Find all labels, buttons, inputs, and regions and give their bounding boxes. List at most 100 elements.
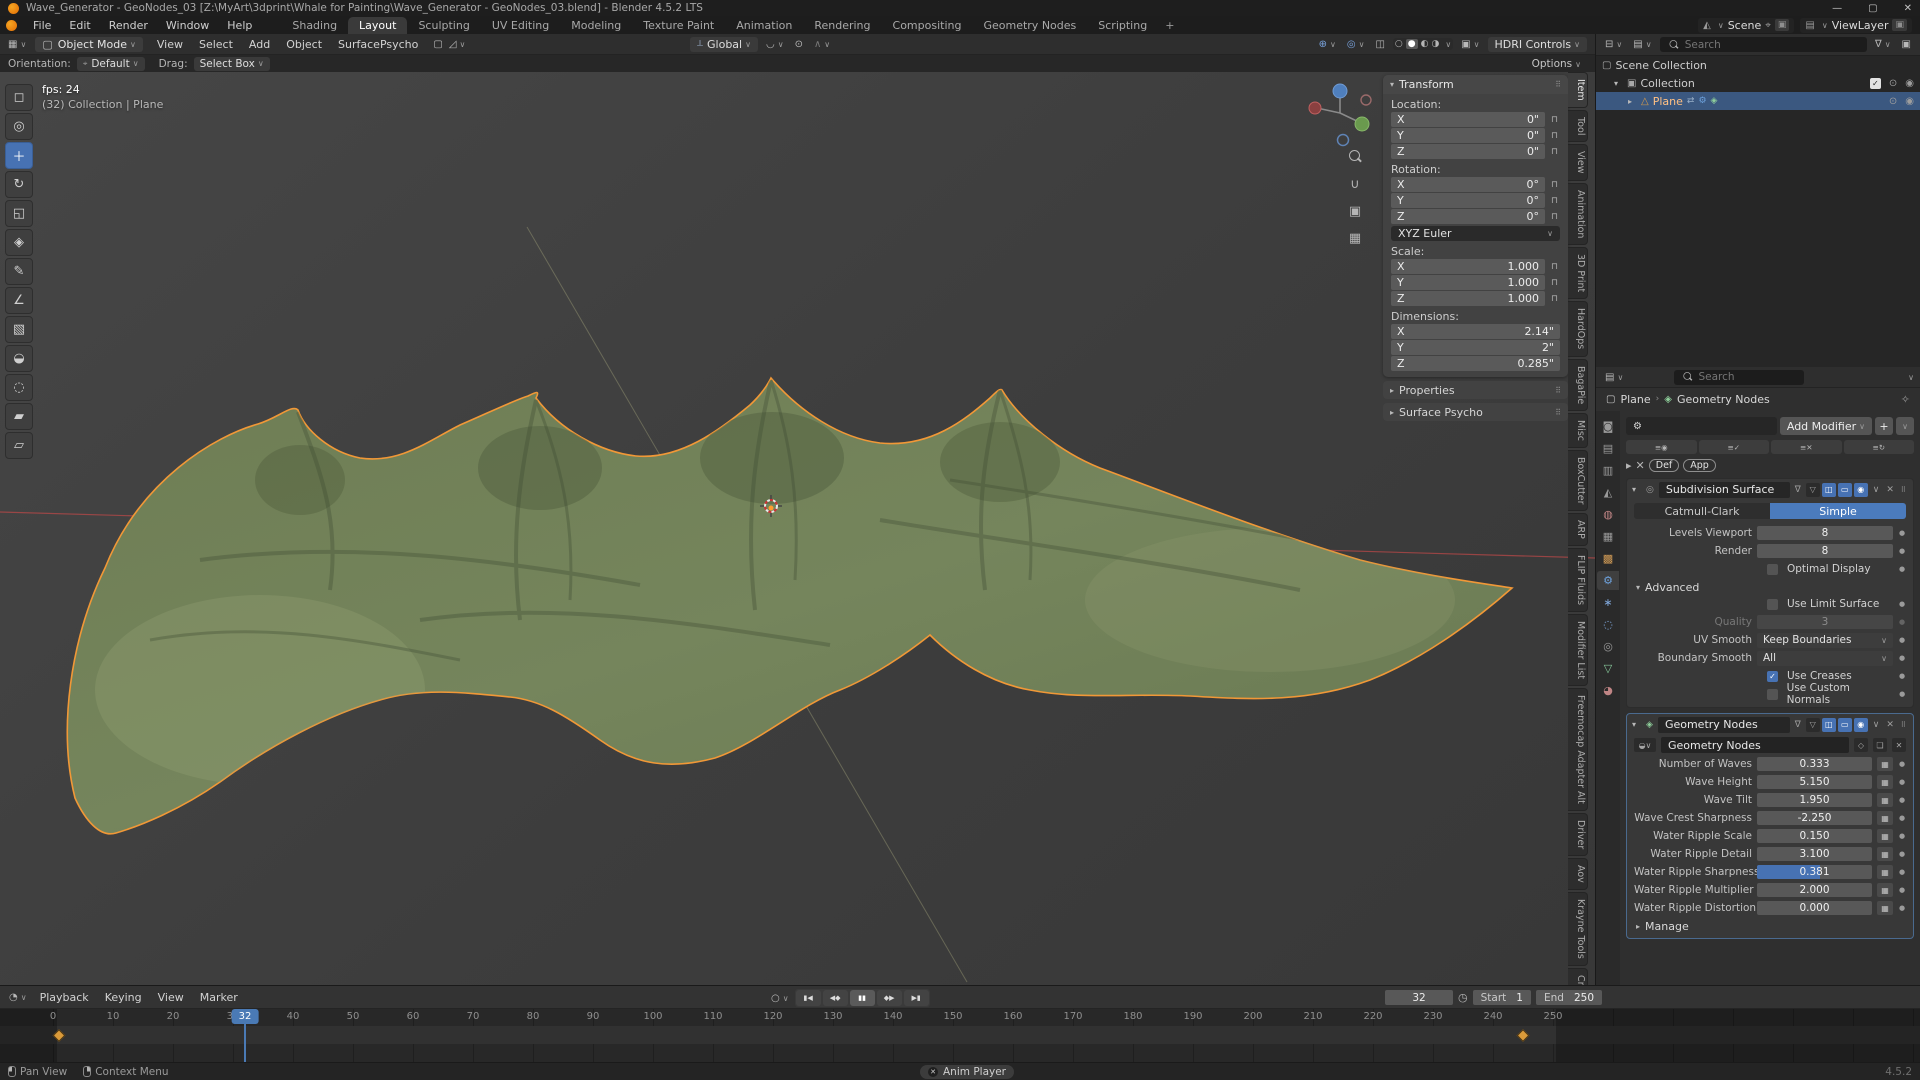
end-frame-field[interactable]: End250: [1536, 990, 1602, 1005]
timeline-track-area[interactable]: 0102030405060708090100110120130140150160…: [0, 1009, 1920, 1062]
input-attribute-toggle[interactable]: ▦: [1877, 793, 1893, 807]
toggle-cage[interactable]: ◫: [1822, 718, 1836, 732]
modifier-extras-icon[interactable]: ∨: [1871, 485, 1882, 495]
lock-icon[interactable]: ⊓: [1549, 180, 1560, 190]
def-pill-button[interactable]: Def: [1649, 459, 1680, 472]
sidebar-tab[interactable]: Modifier List: [1568, 614, 1588, 686]
tab-render[interactable]: ◙: [1597, 417, 1619, 436]
add-workspace-button[interactable]: +: [1158, 17, 1181, 34]
tab-material[interactable]: ◕: [1597, 681, 1619, 700]
delete-modifier-icon[interactable]: ✕: [1884, 720, 1896, 730]
auto-keying-icon[interactable]: ◷: [1458, 991, 1468, 1004]
outliner-filter-icon[interactable]: ∇∨: [1872, 38, 1894, 51]
sidebar-tab[interactable]: HardOps: [1568, 301, 1588, 356]
outliner-row-plane[interactable]: ▸ △ Plane ⇄ ⚙ ◈ ⊙ ◉: [1596, 92, 1920, 110]
input-attribute-toggle[interactable]: ▦: [1877, 757, 1893, 771]
menu-item[interactable]: File: [24, 18, 60, 33]
shading-mode-switch[interactable]: ○ ● ◐ ◑ ∨: [1393, 38, 1453, 50]
xray-toggle[interactable]: ◫: [1372, 38, 1387, 51]
transform-value-field[interactable]: Z0": [1391, 144, 1545, 159]
new-scene-button[interactable]: ▣: [1775, 19, 1790, 31]
tool-addon-4[interactable]: ▱: [5, 432, 33, 459]
timeline-menu-item[interactable]: Playback: [32, 990, 97, 1005]
material-shading-icon[interactable]: ◐: [1421, 39, 1429, 49]
transform-panel-header[interactable]: ▾Transform⠿: [1383, 75, 1568, 94]
disable-render-icon[interactable]: ◉: [1905, 78, 1914, 89]
manage-subpanel-header[interactable]: ▸Manage: [1627, 917, 1913, 934]
tool-addon-2[interactable]: ◌: [5, 374, 33, 401]
app-pill-button[interactable]: App: [1683, 459, 1716, 472]
drag-dropdown[interactable]: Select Box∨: [194, 57, 270, 71]
sidebar-tab[interactable]: Tool: [1568, 110, 1588, 142]
properties-options-icon[interactable]: ∨: [1908, 373, 1914, 382]
rendered-shading-icon[interactable]: ◑: [1431, 39, 1439, 49]
disable-render-icon[interactable]: ◉: [1905, 96, 1914, 107]
collection-checkbox[interactable]: ✓: [1870, 78, 1881, 89]
sidebar-tab[interactable]: Animation: [1568, 183, 1588, 245]
transform-value-field[interactable]: Z0°: [1391, 209, 1545, 224]
transform-value-field[interactable]: X0": [1391, 112, 1545, 127]
use-custom-normals-checkbox[interactable]: [1767, 689, 1778, 700]
menu-item[interactable]: Edit: [60, 18, 99, 33]
tool-measure[interactable]: ∠: [5, 287, 33, 314]
transform-value-field[interactable]: Y0": [1391, 128, 1545, 143]
viewport-menu-item[interactable]: View: [149, 37, 191, 52]
outliner-search[interactable]: [1660, 37, 1867, 52]
sidebar-tab[interactable]: Krayne Tools: [1568, 892, 1588, 966]
navigation-gizmo[interactable]: [1300, 78, 1380, 150]
clear-icon[interactable]: ✕: [1636, 459, 1645, 472]
lock-icon[interactable]: ⊓: [1549, 115, 1560, 125]
tool-select-box[interactable]: ◻: [5, 84, 33, 111]
hide-eye-icon[interactable]: ⊙: [1889, 78, 1897, 89]
prev-keyframe-button[interactable]: ◀◆: [823, 990, 848, 1006]
snap-icon[interactable]: ◡∨: [763, 38, 787, 51]
camera-view-icon[interactable]: ▣: [1346, 202, 1364, 220]
workspace-tab[interactable]: Layout: [348, 17, 407, 34]
optimal-display-checkbox[interactable]: [1767, 564, 1778, 575]
input-attribute-toggle[interactable]: ▦: [1877, 775, 1893, 789]
geonodes-param-slider[interactable]: 0.150: [1757, 829, 1872, 843]
timeline-menu-item[interactable]: Marker: [192, 990, 246, 1005]
input-attribute-toggle[interactable]: ▦: [1877, 829, 1893, 843]
geonodes-param-slider[interactable]: 2.000: [1757, 883, 1872, 897]
workspace-tab[interactable]: Rendering: [803, 17, 881, 34]
pin-id-icon[interactable]: ✧: [1901, 393, 1910, 406]
menu-item[interactable]: Window: [157, 18, 218, 33]
tool-rotate[interactable]: ↻: [5, 171, 33, 198]
next-keyframe-button[interactable]: ◆▶: [877, 990, 902, 1006]
sidebar-tab[interactable]: FLIP Fluids: [1568, 548, 1588, 612]
input-attribute-toggle[interactable]: ▦: [1877, 865, 1893, 879]
lock-icon[interactable]: ⊓: [1549, 294, 1560, 304]
blender-menu-icon[interactable]: [6, 20, 17, 31]
transform-value-field[interactable]: Y1.000: [1391, 275, 1545, 290]
geonodes-param-slider[interactable]: 1.950: [1757, 793, 1872, 807]
toggle-cage[interactable]: ◫: [1822, 483, 1836, 497]
delete-modifier-icon[interactable]: ✕: [1884, 485, 1896, 495]
falloff-icon[interactable]: ∧∨: [811, 38, 833, 51]
toggle-edit-mode[interactable]: ▽: [1806, 483, 1820, 497]
options-dropdown[interactable]: Options∨: [1532, 58, 1581, 70]
sidebar-tab[interactable]: BagaPie: [1568, 359, 1588, 411]
viewport-menu-item[interactable]: Add: [241, 37, 278, 52]
properties-search[interactable]: [1674, 370, 1804, 385]
workspace-tab[interactable]: Compositing: [882, 17, 973, 34]
workspace-tab[interactable]: Texture Paint: [632, 17, 725, 34]
advanced-subpanel-header[interactable]: ▾Advanced: [1627, 578, 1913, 595]
input-attribute-toggle[interactable]: ▦: [1877, 901, 1893, 915]
jump-to-start-button[interactable]: ▮◀: [796, 990, 821, 1006]
transform-value-field[interactable]: Y0°: [1391, 193, 1545, 208]
sidebar-tab[interactable]: Misc: [1568, 413, 1588, 448]
maximize-button[interactable]: ▢: [1868, 3, 1877, 14]
lock-icon[interactable]: ⊓: [1549, 196, 1560, 206]
tool-transform[interactable]: ◈: [5, 229, 33, 256]
sync-all-button[interactable]: ≡↻: [1844, 440, 1915, 454]
viewlayer-selector[interactable]: ▤∨ ViewLayer ▣: [1800, 18, 1912, 33]
tab-view-layer[interactable]: ▥: [1597, 461, 1619, 480]
fake-user-shield-button[interactable]: ◇: [1854, 738, 1868, 752]
show-gizmo-toggle[interactable]: ⊕∨: [1316, 38, 1339, 51]
hdri-controls-button[interactable]: HDRI Controls∨: [1488, 37, 1587, 52]
tool-add-primitive[interactable]: ▧: [5, 316, 33, 343]
workspace-tab[interactable]: UV Editing: [481, 17, 560, 34]
add-modifier-plus-button[interactable]: +: [1875, 417, 1893, 435]
tab-output[interactable]: ▤: [1597, 439, 1619, 458]
